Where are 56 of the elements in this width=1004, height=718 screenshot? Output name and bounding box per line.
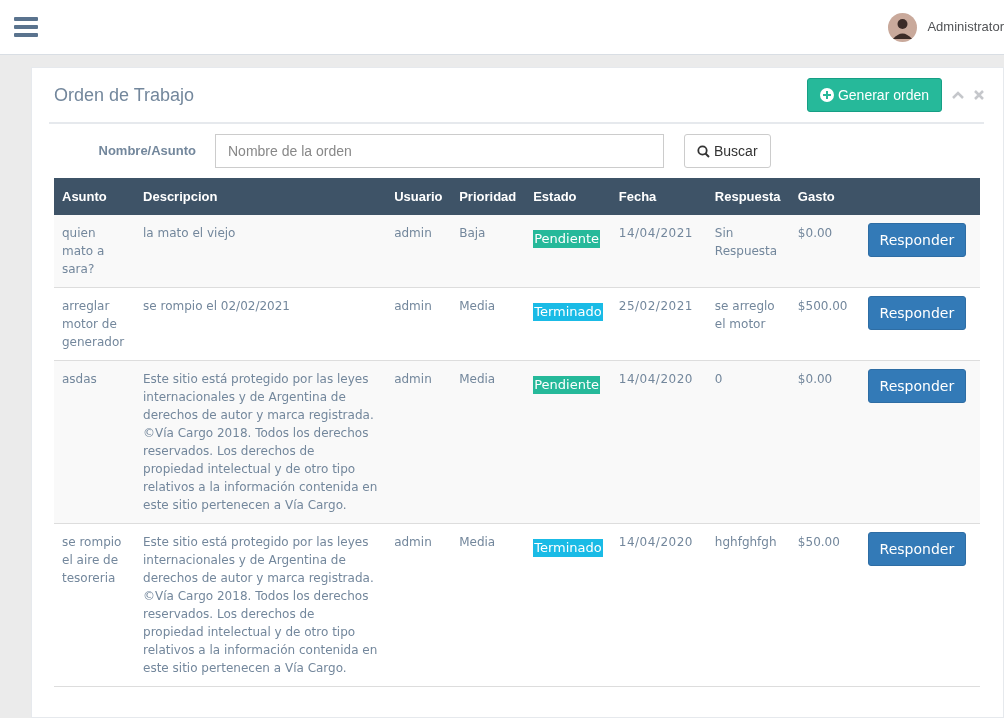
column-header: Descripcion <box>135 178 387 215</box>
table-cell: Baja <box>451 215 526 288</box>
plus-circle-icon <box>819 88 834 102</box>
status-badge: Terminado <box>533 303 603 321</box>
table-cell: hghfghfgh <box>706 523 790 687</box>
table-cell: la mato el viejo <box>135 215 387 288</box>
table-cell: Media <box>451 523 526 687</box>
column-header: Fecha <box>610 178 707 215</box>
table-cell: arreglar motor de generador <box>54 287 136 361</box>
column-header: Asunto <box>54 178 136 215</box>
table-cell: quien mato a sara? <box>54 215 136 288</box>
table-cell: asdas <box>54 360 136 524</box>
table-cell: $50.00 <box>789 523 860 687</box>
column-header: Gasto <box>789 178 860 215</box>
table-cell: $500.00 <box>789 287 860 361</box>
table-cell: Media <box>451 360 526 524</box>
avatar-icon <box>888 12 918 42</box>
respond-button[interactable]: Responder <box>867 296 966 330</box>
table-cell: Este sitio está protegido por las leyes internacionales y de Argentina de derechos de autor y marca registrada. ©Vía Cargo 2018. Todos los derechos reservados. Los derechos de propiedad intelectual y de otro tipo relativos a la información contenida en este sitio pertenecen a Vía Cargo. <box>135 523 387 687</box>
table-cell: 14/04/2020 <box>610 360 707 524</box>
search-button[interactable]: Buscar <box>684 134 771 168</box>
column-header: Estado <box>525 178 611 215</box>
panel-title: Orden de Trabajo <box>53 83 195 107</box>
table-cell: 14/04/2021 <box>610 215 707 288</box>
status-badge: Terminado <box>533 539 603 557</box>
search-icon <box>697 144 710 158</box>
search-field[interactable]: Nombre de la orden <box>215 134 664 168</box>
table-cell: admin <box>386 360 452 524</box>
table-cell: 25/02/2021 <box>610 287 707 361</box>
table-cell: Este sitio está protegido por las leyes internacionales y de Argentina de derechos de autor y marca registrada. ©Vía Cargo 2018. Todos los derechos reservados. Los derechos de propiedad intelectual y de otro tipo relativos a la información contenida en este sitio pertenecen a Vía Cargo. <box>135 360 387 524</box>
table-cell: admin <box>386 215 452 288</box>
table-cell: 14/04/2020 <box>610 523 707 687</box>
respond-button[interactable]: Responder <box>867 223 966 257</box>
user-name[interactable]: Administrator <box>927 17 1004 37</box>
table-cell: $0.00 <box>789 215 860 288</box>
table-cell: 0 <box>706 360 790 524</box>
search-label: Nombre/Asunto <box>97 142 197 161</box>
close-icon[interactable] <box>974 90 984 100</box>
status-badge: Pendiente <box>533 230 600 248</box>
respond-button[interactable]: Responder <box>867 369 966 403</box>
table-cell: se rompio el aire de tesoreria <box>54 523 136 687</box>
column-header: Prioridad <box>451 178 526 215</box>
table-cell: Sin Respuesta <box>706 215 790 288</box>
table-cell: se arreglo el motor <box>706 287 790 361</box>
table-cell: admin <box>386 287 452 361</box>
table-cell: Media <box>451 287 526 361</box>
column-header: Usuario <box>386 178 452 215</box>
status-badge: Pendiente <box>533 376 600 394</box>
table-cell: admin <box>386 523 452 687</box>
generate-order-button[interactable]: Generar orden <box>806 78 942 112</box>
respond-button[interactable]: Responder <box>867 532 966 566</box>
table-cell: $0.00 <box>789 360 860 524</box>
menu-icon[interactable] <box>14 17 38 37</box>
column-header: Respuesta <box>706 178 790 215</box>
table-cell: se rompio el 02/02/2021 <box>135 287 387 361</box>
chevron-up-icon[interactable] <box>952 90 964 100</box>
